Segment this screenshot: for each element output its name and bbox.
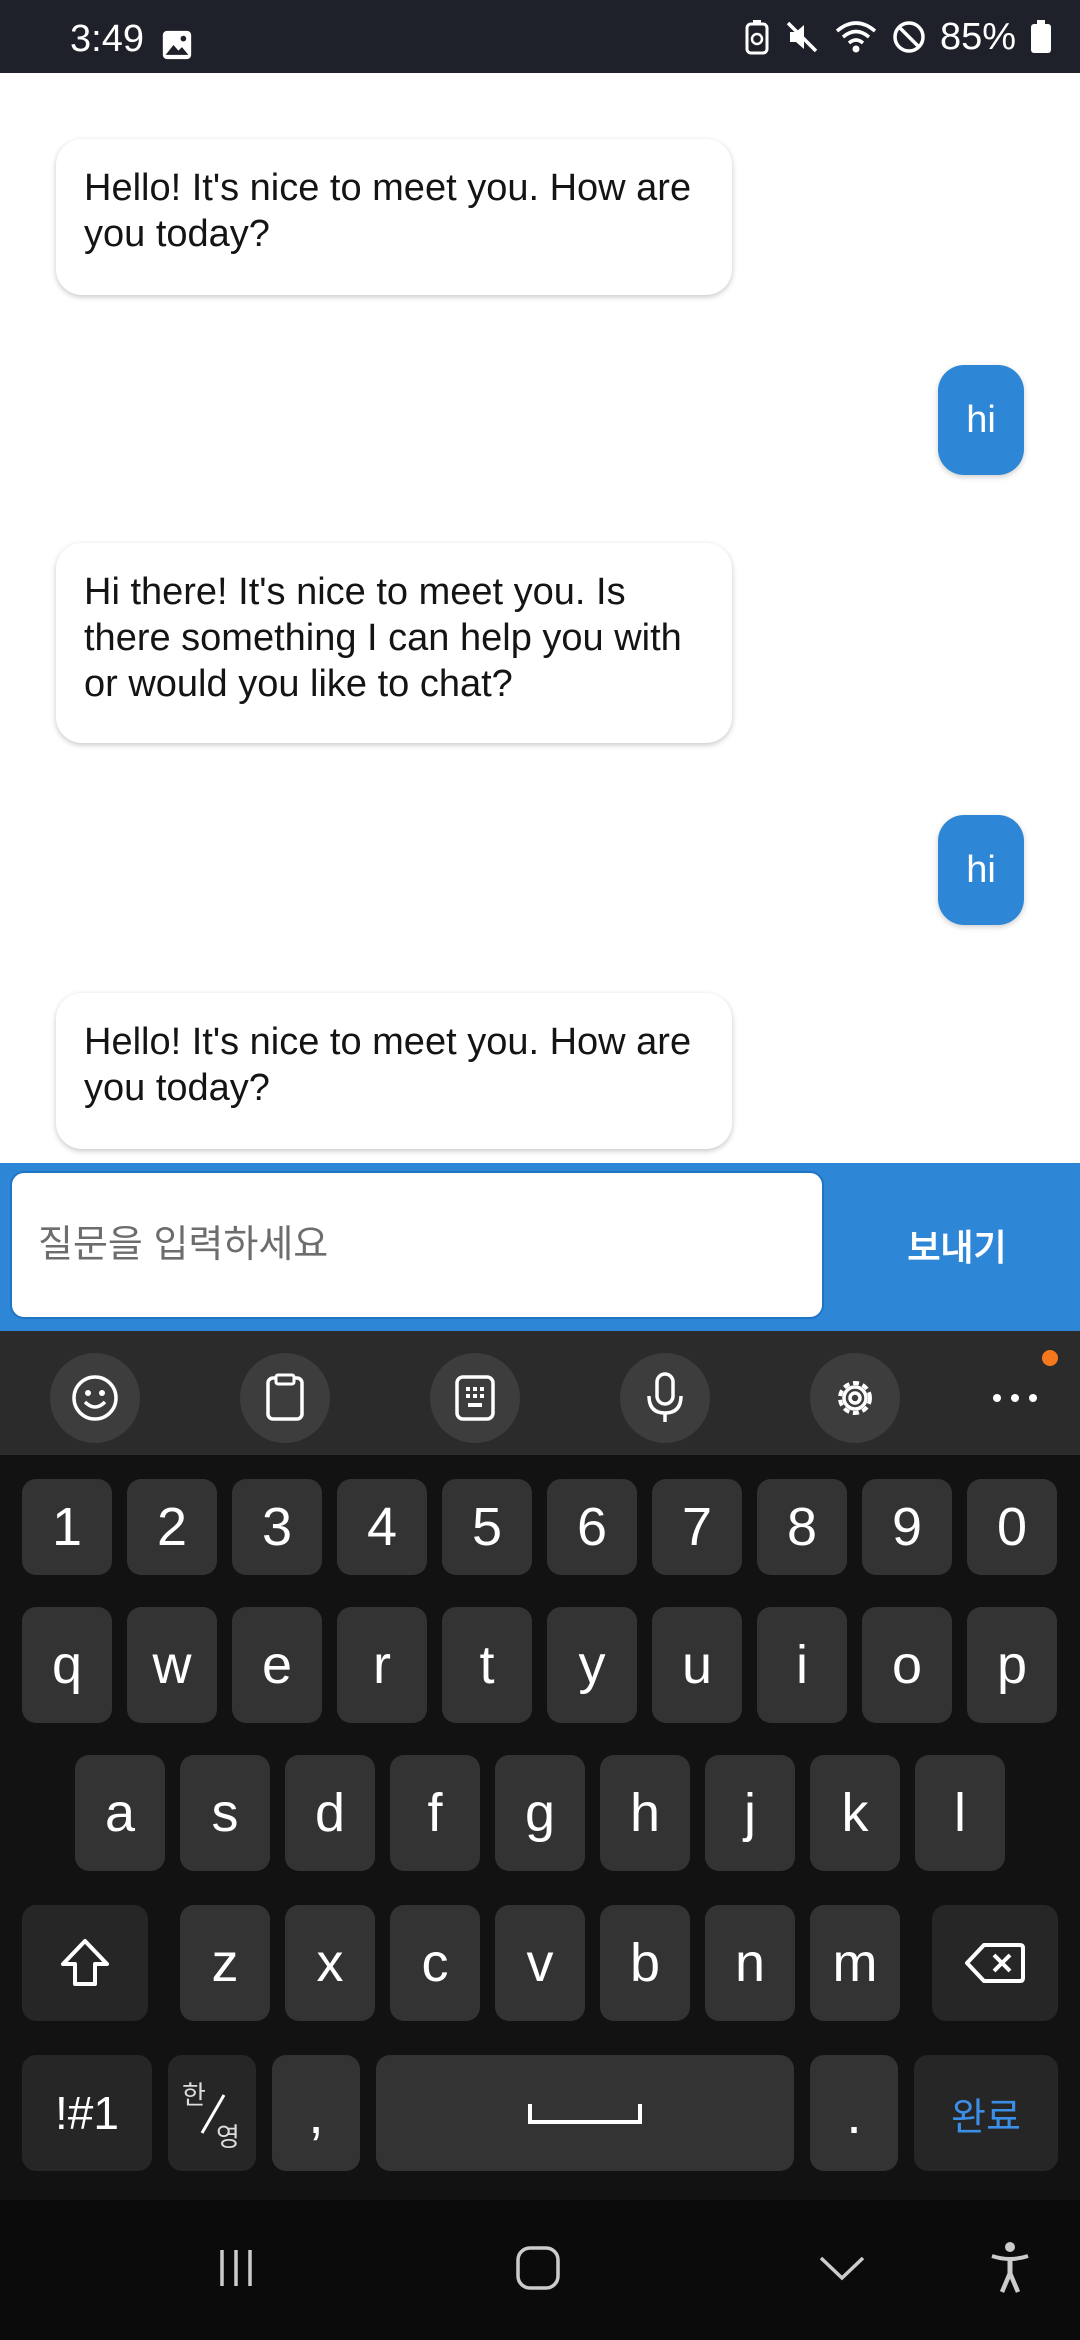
recent-apps-icon [220,2250,252,2286]
status-bar: 3:49 85% [0,0,1080,73]
key-z[interactable]: z [180,1905,270,2021]
emoji-icon [72,1375,118,1421]
home-icon [516,2246,560,2290]
bot-message: Hello! It's nice to meet you. How are yo… [56,139,732,295]
key-e[interactable]: e [232,1607,322,1723]
language-switch-label: 한 영 [168,2055,256,2171]
key-3[interactable]: 3 [232,1479,322,1575]
key-p[interactable]: p [967,1607,1057,1723]
key-q[interactable]: q [22,1607,112,1723]
status-icons: 85% [744,16,1052,58]
key-6[interactable]: 6 [547,1479,637,1575]
recent-apps-button[interactable] [206,2238,266,2298]
key-d[interactable]: d [285,1755,375,1871]
key-g[interactable]: g [495,1755,585,1871]
user-message: hi [938,815,1024,925]
more-icon [993,1394,1037,1402]
chat-area[interactable]: Hello! It's nice to meet you. How are yo… [0,73,1080,1163]
key-u[interactable]: u [652,1607,742,1723]
accessibility-icon [991,2242,1029,2293]
key-0[interactable]: 0 [967,1479,1057,1575]
shift-icon [61,1939,109,1986]
period-key[interactable]: . [810,2055,898,2171]
keyboard-settings-button[interactable] [810,1353,900,1443]
user-message-text: hi [966,398,996,441]
comma-key[interactable]: , [272,2055,360,2171]
space-key[interactable] [376,2055,794,2171]
keyboard-layout-icon [455,1375,495,1421]
accessibility-button[interactable] [980,2238,1040,2298]
clipboard-icon [266,1373,304,1421]
key-k[interactable]: k [810,1755,900,1871]
done-key[interactable]: 완료 [914,2055,1058,2171]
key-f[interactable]: f [390,1755,480,1871]
home-button[interactable] [508,2238,568,2298]
keyboard-toolbar [0,1331,1080,1455]
user-message: hi [938,365,1024,475]
key-w[interactable]: w [127,1607,217,1723]
voice-input-button[interactable] [620,1353,710,1443]
key-x[interactable]: x [285,1905,375,2021]
language-switch-key[interactable]: 한 영 [168,2055,256,2171]
battery-percent: 85% [939,15,1016,58]
wifi-icon [835,21,877,53]
settings-icon [838,1381,872,1415]
key-t[interactable]: t [442,1607,532,1723]
composer-bar: 보내기 [0,1163,1080,1331]
bot-message: Hi there! It's nice to meet you. Is ther… [56,543,732,743]
navigation-bar [0,2200,1080,2340]
symbols-key[interactable]: !#1 [22,2055,152,2171]
key-v[interactable]: v [495,1905,585,2021]
key-l[interactable]: l [915,1755,1005,1871]
key-1[interactable]: 1 [22,1479,112,1575]
bot-message-text: Hi there! It's nice to meet you. Is ther… [84,571,682,705]
key-j[interactable]: j [705,1755,795,1871]
key-n[interactable]: n [705,1905,795,2021]
keyboard-layout-button[interactable] [430,1353,520,1443]
user-message-text: hi [966,848,996,891]
key-y[interactable]: y [547,1607,637,1723]
clipboard-button[interactable] [240,1353,330,1443]
do-not-disturb-icon [893,21,925,53]
mute-icon [786,21,818,53]
key-s[interactable]: s [180,1755,270,1871]
status-time: 3:49 [70,18,144,60]
more-options-button[interactable] [970,1353,1060,1443]
gallery-icon [162,30,192,60]
key-h[interactable]: h [600,1755,690,1871]
key-5[interactable]: 5 [442,1479,532,1575]
message-input[interactable] [10,1171,824,1319]
microphone-icon [647,1372,683,1422]
back-button[interactable] [812,2238,872,2298]
keyboard: 1 2 3 4 5 6 7 8 9 0 q w e r t y u i o p … [0,1455,1080,2200]
emoji-button[interactable] [50,1353,140,1443]
key-i[interactable]: i [757,1607,847,1723]
shift-key[interactable] [22,1905,148,2021]
key-4[interactable]: 4 [337,1479,427,1575]
battery-saver-icon [745,20,769,55]
key-c[interactable]: c [390,1905,480,2021]
key-o[interactable]: o [862,1607,952,1723]
notification-dot [1042,1350,1058,1366]
back-icon [819,2256,865,2281]
bot-message-text: Hello! It's nice to meet you. How are yo… [84,167,692,255]
bot-message: Hello! It's nice to meet you. How are yo… [56,993,732,1149]
backspace-icon [965,1943,1025,1983]
key-a[interactable]: a [75,1755,165,1871]
key-r[interactable]: r [337,1607,427,1723]
bot-message-text: Hello! It's nice to meet you. How are yo… [84,1021,692,1109]
key-9[interactable]: 9 [862,1479,952,1575]
key-m[interactable]: m [810,1905,900,2021]
lang-bottom: 영 [216,2122,240,2152]
key-2[interactable]: 2 [127,1479,217,1575]
backspace-key[interactable] [932,1905,1058,2021]
battery-icon [1031,20,1051,53]
key-8[interactable]: 8 [757,1479,847,1575]
key-7[interactable]: 7 [652,1479,742,1575]
key-b[interactable]: b [600,1905,690,2021]
send-button[interactable]: 보내기 [834,1171,1080,1319]
space-icon [528,2104,642,2124]
